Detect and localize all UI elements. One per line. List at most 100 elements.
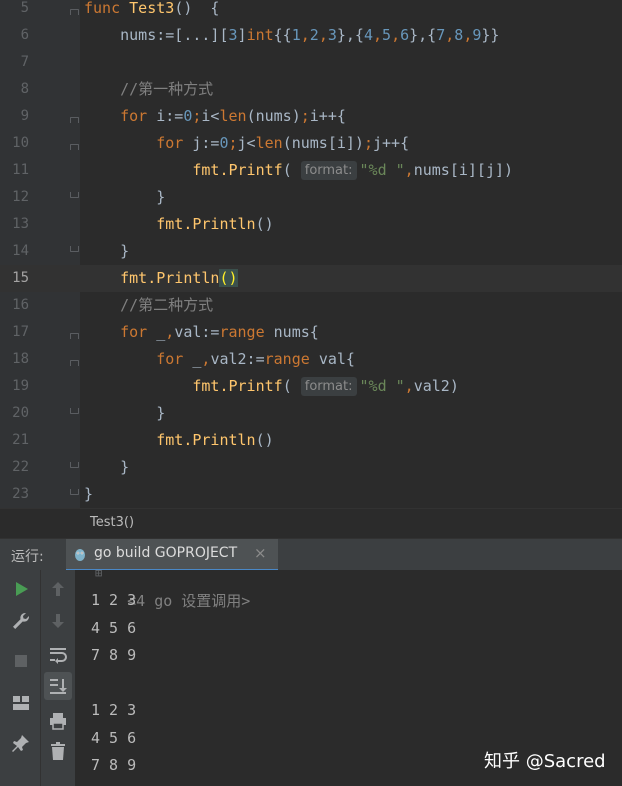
stop-icon[interactable] bbox=[10, 650, 32, 672]
code-line[interactable]: 17 for _,val:=range nums{ bbox=[0, 319, 622, 346]
code-line[interactable]: 6 nums:=[...][3]int{{1,2,3},{4,5,6},{7,8… bbox=[0, 22, 622, 49]
code-token: 3 bbox=[327, 26, 337, 44]
code-line[interactable]: 5 func Test3() { bbox=[0, 0, 622, 22]
fold-marker-icon[interactable] bbox=[70, 9, 79, 15]
trash-icon[interactable] bbox=[47, 740, 69, 762]
code-text: func Test3() { bbox=[84, 0, 219, 22]
line-number: 23 bbox=[12, 486, 29, 502]
print-icon[interactable] bbox=[47, 710, 69, 732]
code-line[interactable]: 21 fmt.Println() bbox=[0, 427, 622, 454]
fold-marker-icon[interactable] bbox=[70, 489, 79, 495]
fold-marker-icon[interactable] bbox=[70, 192, 79, 198]
code-token: for bbox=[156, 350, 193, 368]
run-tab[interactable]: go build GOPROJECT × bbox=[66, 539, 278, 571]
code-token: ( bbox=[282, 377, 301, 395]
line-number: 8 bbox=[20, 81, 29, 97]
fold-marker-icon[interactable] bbox=[70, 408, 79, 414]
code-line[interactable]: 23} bbox=[0, 481, 622, 508]
code-line[interactable]: 8 //第一种方式 bbox=[0, 76, 622, 103]
code-token: fmt. bbox=[192, 377, 229, 395]
code-token: 1 bbox=[291, 26, 301, 44]
code-line[interactable]: 12 } bbox=[0, 184, 622, 211]
close-icon[interactable]: × bbox=[254, 544, 267, 562]
fold-marker-icon[interactable] bbox=[70, 462, 79, 468]
scroll-up-icon[interactable] bbox=[47, 578, 69, 600]
code-token: Println bbox=[156, 269, 220, 287]
code-line[interactable]: 13 fmt.Println() bbox=[0, 211, 622, 238]
code-token: , bbox=[404, 161, 414, 179]
code-token: ; bbox=[228, 134, 238, 152]
code-token: j:= bbox=[192, 134, 220, 152]
code-line[interactable]: 9 for i:=0;i<len(nums);i++{ bbox=[0, 103, 622, 130]
code-line[interactable]: 18 for _,val2:=range val{ bbox=[0, 346, 622, 373]
code-line[interactable]: 16 //第二种方式 bbox=[0, 292, 622, 319]
code-editor[interactable]: 5 func Test3() {6 nums:=[...][3]int{{1,2,… bbox=[0, 0, 622, 508]
code-token: 5 bbox=[382, 26, 392, 44]
code-token: , bbox=[300, 26, 310, 44]
fold-marker-icon[interactable] bbox=[70, 333, 79, 339]
fold-marker-icon[interactable] bbox=[70, 360, 79, 366]
code-token: range bbox=[219, 323, 274, 341]
breadcrumb[interactable]: Test3() bbox=[0, 508, 622, 539]
code-line[interactable]: 10 for j:=0;j<len(nums[i]);j++{ bbox=[0, 130, 622, 157]
code-token: //第二种方式 bbox=[84, 296, 214, 314]
code-token: j++{ bbox=[373, 134, 410, 152]
scroll-down-icon[interactable] bbox=[47, 610, 69, 632]
fold-marker-icon[interactable] bbox=[70, 144, 79, 150]
code-token: } bbox=[84, 188, 166, 206]
run-icon[interactable] bbox=[10, 578, 32, 600]
code-token: 6 bbox=[400, 26, 410, 44]
code-token: val2) bbox=[413, 377, 459, 395]
code-token: , bbox=[373, 26, 383, 44]
scroll-to-end-button[interactable] bbox=[44, 672, 72, 700]
run-tab-label: go build GOPROJECT bbox=[94, 545, 238, 561]
line-number: 16 bbox=[12, 297, 29, 313]
watermark: 知乎 @Sacred bbox=[484, 751, 606, 772]
code-line[interactable]: 7 bbox=[0, 49, 622, 76]
code-token: j< bbox=[237, 134, 256, 152]
code-text: //第一种方式 bbox=[84, 76, 213, 103]
code-line[interactable]: 20 } bbox=[0, 400, 622, 427]
line-number: 20 bbox=[12, 405, 29, 421]
code-text: for _,val:=range nums{ bbox=[84, 319, 319, 346]
line-number: 11 bbox=[12, 162, 29, 178]
code-token: {{ bbox=[273, 26, 292, 44]
code-token: Printf bbox=[228, 377, 283, 395]
code-token: fmt. bbox=[192, 161, 229, 179]
code-line[interactable]: 14 } bbox=[0, 238, 622, 265]
code-token: (nums) bbox=[246, 107, 301, 125]
line-number: 10 bbox=[12, 135, 29, 151]
run-panel-header: 运行: go build GOPROJECT × bbox=[0, 538, 622, 571]
fold-icon[interactable]: ⊞ bbox=[95, 570, 102, 587]
wrench-icon[interactable] bbox=[10, 610, 32, 632]
code-token: func bbox=[84, 0, 130, 17]
code-token: () bbox=[219, 269, 238, 287]
gopher-icon bbox=[75, 549, 85, 561]
console-line: 7 8 9 bbox=[91, 646, 137, 664]
layout-icon[interactable] bbox=[10, 692, 32, 714]
pin-icon[interactable] bbox=[10, 732, 32, 754]
code-text: } bbox=[84, 481, 93, 508]
code-token: , bbox=[463, 26, 473, 44]
code-text: fmt.Println() bbox=[84, 211, 273, 238]
code-line[interactable]: 22 } bbox=[0, 454, 622, 481]
console-line: 4 5 6 bbox=[91, 618, 137, 637]
code-token: 7 bbox=[436, 26, 446, 44]
code-line[interactable]: 15 fmt.Println() bbox=[0, 265, 622, 292]
code-text: nums:=[...][3]int{{1,2,3},{4,5,6},{7,8,9… bbox=[84, 22, 499, 49]
code-line[interactable]: 11 fmt.Printf( format: "%d ",nums[i][j]) bbox=[0, 157, 622, 184]
code-text: fmt.Printf( format: "%d ",val2) bbox=[84, 373, 459, 400]
code-token: val:= bbox=[174, 323, 220, 341]
code-line[interactable]: 19 fmt.Printf( format: "%d ",val2) bbox=[0, 373, 622, 400]
soft-wrap-icon[interactable] bbox=[47, 644, 69, 666]
code-token: ; bbox=[300, 107, 310, 125]
console-toolbar bbox=[40, 570, 75, 786]
line-number: 7 bbox=[20, 54, 29, 70]
code-text: for _,val2:=range val{ bbox=[84, 346, 355, 373]
fold-marker-icon[interactable] bbox=[70, 246, 79, 252]
fold-marker-icon[interactable] bbox=[70, 117, 79, 123]
breadcrumb-function[interactable]: Test3() bbox=[90, 515, 134, 530]
code-token: range bbox=[264, 350, 319, 368]
